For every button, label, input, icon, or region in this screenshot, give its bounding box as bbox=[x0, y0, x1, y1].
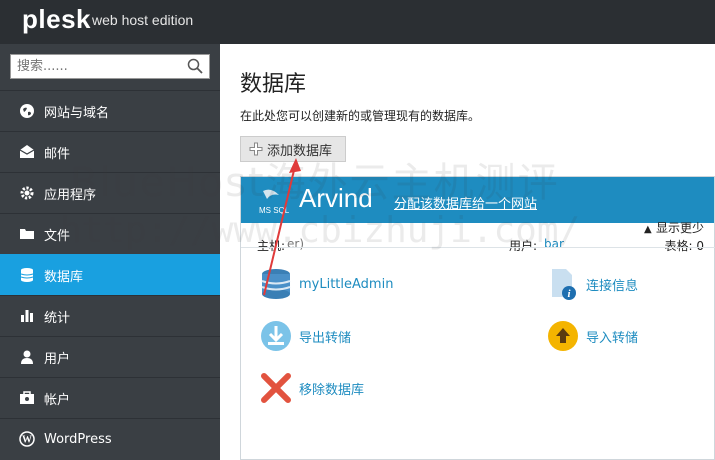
bar-chart-icon bbox=[18, 307, 36, 325]
upload-icon bbox=[548, 321, 578, 351]
globe-icon bbox=[18, 102, 36, 120]
mssql-logo-text: MS SQL bbox=[259, 206, 289, 215]
sidebar-item-label: 应用程序 bbox=[44, 187, 97, 203]
show-less-toggle[interactable]: ▲ 显示更少 bbox=[644, 219, 704, 236]
account-icon bbox=[18, 389, 36, 407]
page-title: 数据库 bbox=[240, 72, 307, 97]
sidebar-item-files[interactable]: 文件 bbox=[0, 213, 220, 254]
sidebar: 网站与域名 邮件 应用程序 文件 数据库 bbox=[0, 44, 220, 460]
main-content: 数据库 在此处您可以创建新的或管理现有的数据库。 添加数据库 MS SQL Ar… bbox=[220, 44, 715, 460]
assign-to-website-link[interactable]: 分配该数据库给一个网站 bbox=[394, 193, 537, 212]
action-label: 导入转储 bbox=[586, 330, 639, 346]
sidebar-item-label: 用户 bbox=[44, 351, 71, 367]
import-dump-action[interactable]: 导入转储 bbox=[546, 319, 638, 353]
show-less-label: 显示更少 bbox=[655, 221, 704, 235]
database-stack-icon bbox=[261, 269, 291, 299]
add-database-label: 添加数据库 bbox=[267, 143, 333, 159]
sidebar-item-label: 帐户 bbox=[44, 392, 71, 408]
user-label: 用户: bbox=[509, 239, 538, 253]
database-name[interactable]: Arvind bbox=[299, 183, 373, 214]
remove-database-action[interactable]: 移除数据库 bbox=[259, 371, 364, 405]
user-value[interactable]: bar bbox=[544, 237, 564, 251]
plesk-logo[interactable]: plesk bbox=[22, 4, 91, 35]
sidebar-item-statistics[interactable]: 统计 bbox=[0, 295, 220, 336]
svg-text:W: W bbox=[22, 435, 32, 446]
sidebar-item-label: 文件 bbox=[44, 228, 71, 244]
search-icon[interactable] bbox=[187, 58, 203, 74]
sidebar-item-label: 网站与域名 bbox=[44, 105, 110, 121]
sidebar-item-databases[interactable]: 数据库 bbox=[0, 254, 220, 295]
sidebar-item-mail[interactable]: 邮件 bbox=[0, 131, 220, 172]
database-panel: MS SQL Arvind 分配该数据库给一个网站 主机: er) 用户: ba… bbox=[240, 176, 715, 460]
sidebar-item-label: 邮件 bbox=[44, 146, 71, 162]
remove-icon bbox=[261, 373, 291, 403]
mail-icon bbox=[18, 143, 36, 161]
mssql-logo-icon: MS SQL bbox=[259, 189, 289, 215]
user-icon bbox=[18, 348, 36, 366]
action-label: 连接信息 bbox=[586, 278, 639, 294]
sidebar-item-account[interactable]: 帐户 bbox=[0, 377, 220, 418]
folder-icon bbox=[18, 225, 36, 243]
sidebar-item-users[interactable]: 用户 bbox=[0, 336, 220, 377]
sidebar-item-label: WordPress bbox=[44, 431, 112, 447]
divider bbox=[241, 247, 715, 248]
wordpress-icon: W bbox=[18, 430, 36, 448]
plus-icon bbox=[249, 142, 263, 156]
edition-label: web host edition bbox=[92, 12, 194, 28]
database-icon bbox=[18, 266, 36, 284]
action-label: 移除数据库 bbox=[299, 382, 365, 398]
sidebar-item-label: 数据库 bbox=[44, 269, 84, 285]
action-label: 导出转储 bbox=[299, 330, 352, 346]
tables-count: 表格: 0 bbox=[664, 239, 705, 253]
host-label: 主机: bbox=[257, 239, 286, 253]
sidebar-nav: 网站与域名 邮件 应用程序 文件 数据库 统计 用户 帐户 W WordPres… bbox=[0, 90, 220, 459]
info-document-icon: i bbox=[552, 269, 576, 300]
page-description: 在此处您可以创建新的或管理现有的数据库。 bbox=[240, 109, 481, 123]
gear-icon bbox=[18, 184, 36, 202]
add-database-button[interactable]: 添加数据库 bbox=[240, 136, 346, 162]
sidebar-item-wordpress[interactable]: W WordPress bbox=[0, 418, 220, 459]
database-header: MS SQL Arvind 分配该数据库给一个网站 bbox=[241, 177, 714, 223]
connection-info-action[interactable]: i 连接信息 bbox=[546, 267, 638, 301]
sidebar-item-label: 统计 bbox=[44, 310, 71, 326]
download-icon bbox=[261, 321, 291, 351]
top-bar: plesk web host edition bbox=[0, 0, 715, 44]
host-value: er) bbox=[287, 237, 304, 251]
chevron-up-icon: ▲ bbox=[643, 224, 652, 235]
search-input[interactable] bbox=[11, 55, 181, 78]
export-dump-action[interactable]: 导出转储 bbox=[259, 319, 351, 353]
sidebar-item-websites[interactable]: 网站与域名 bbox=[0, 90, 220, 131]
sidebar-item-applications[interactable]: 应用程序 bbox=[0, 172, 220, 213]
search-box[interactable] bbox=[10, 54, 210, 79]
mylittleadmin-action[interactable]: myLittleAdmin bbox=[259, 267, 393, 301]
action-label: myLittleAdmin bbox=[299, 276, 394, 292]
